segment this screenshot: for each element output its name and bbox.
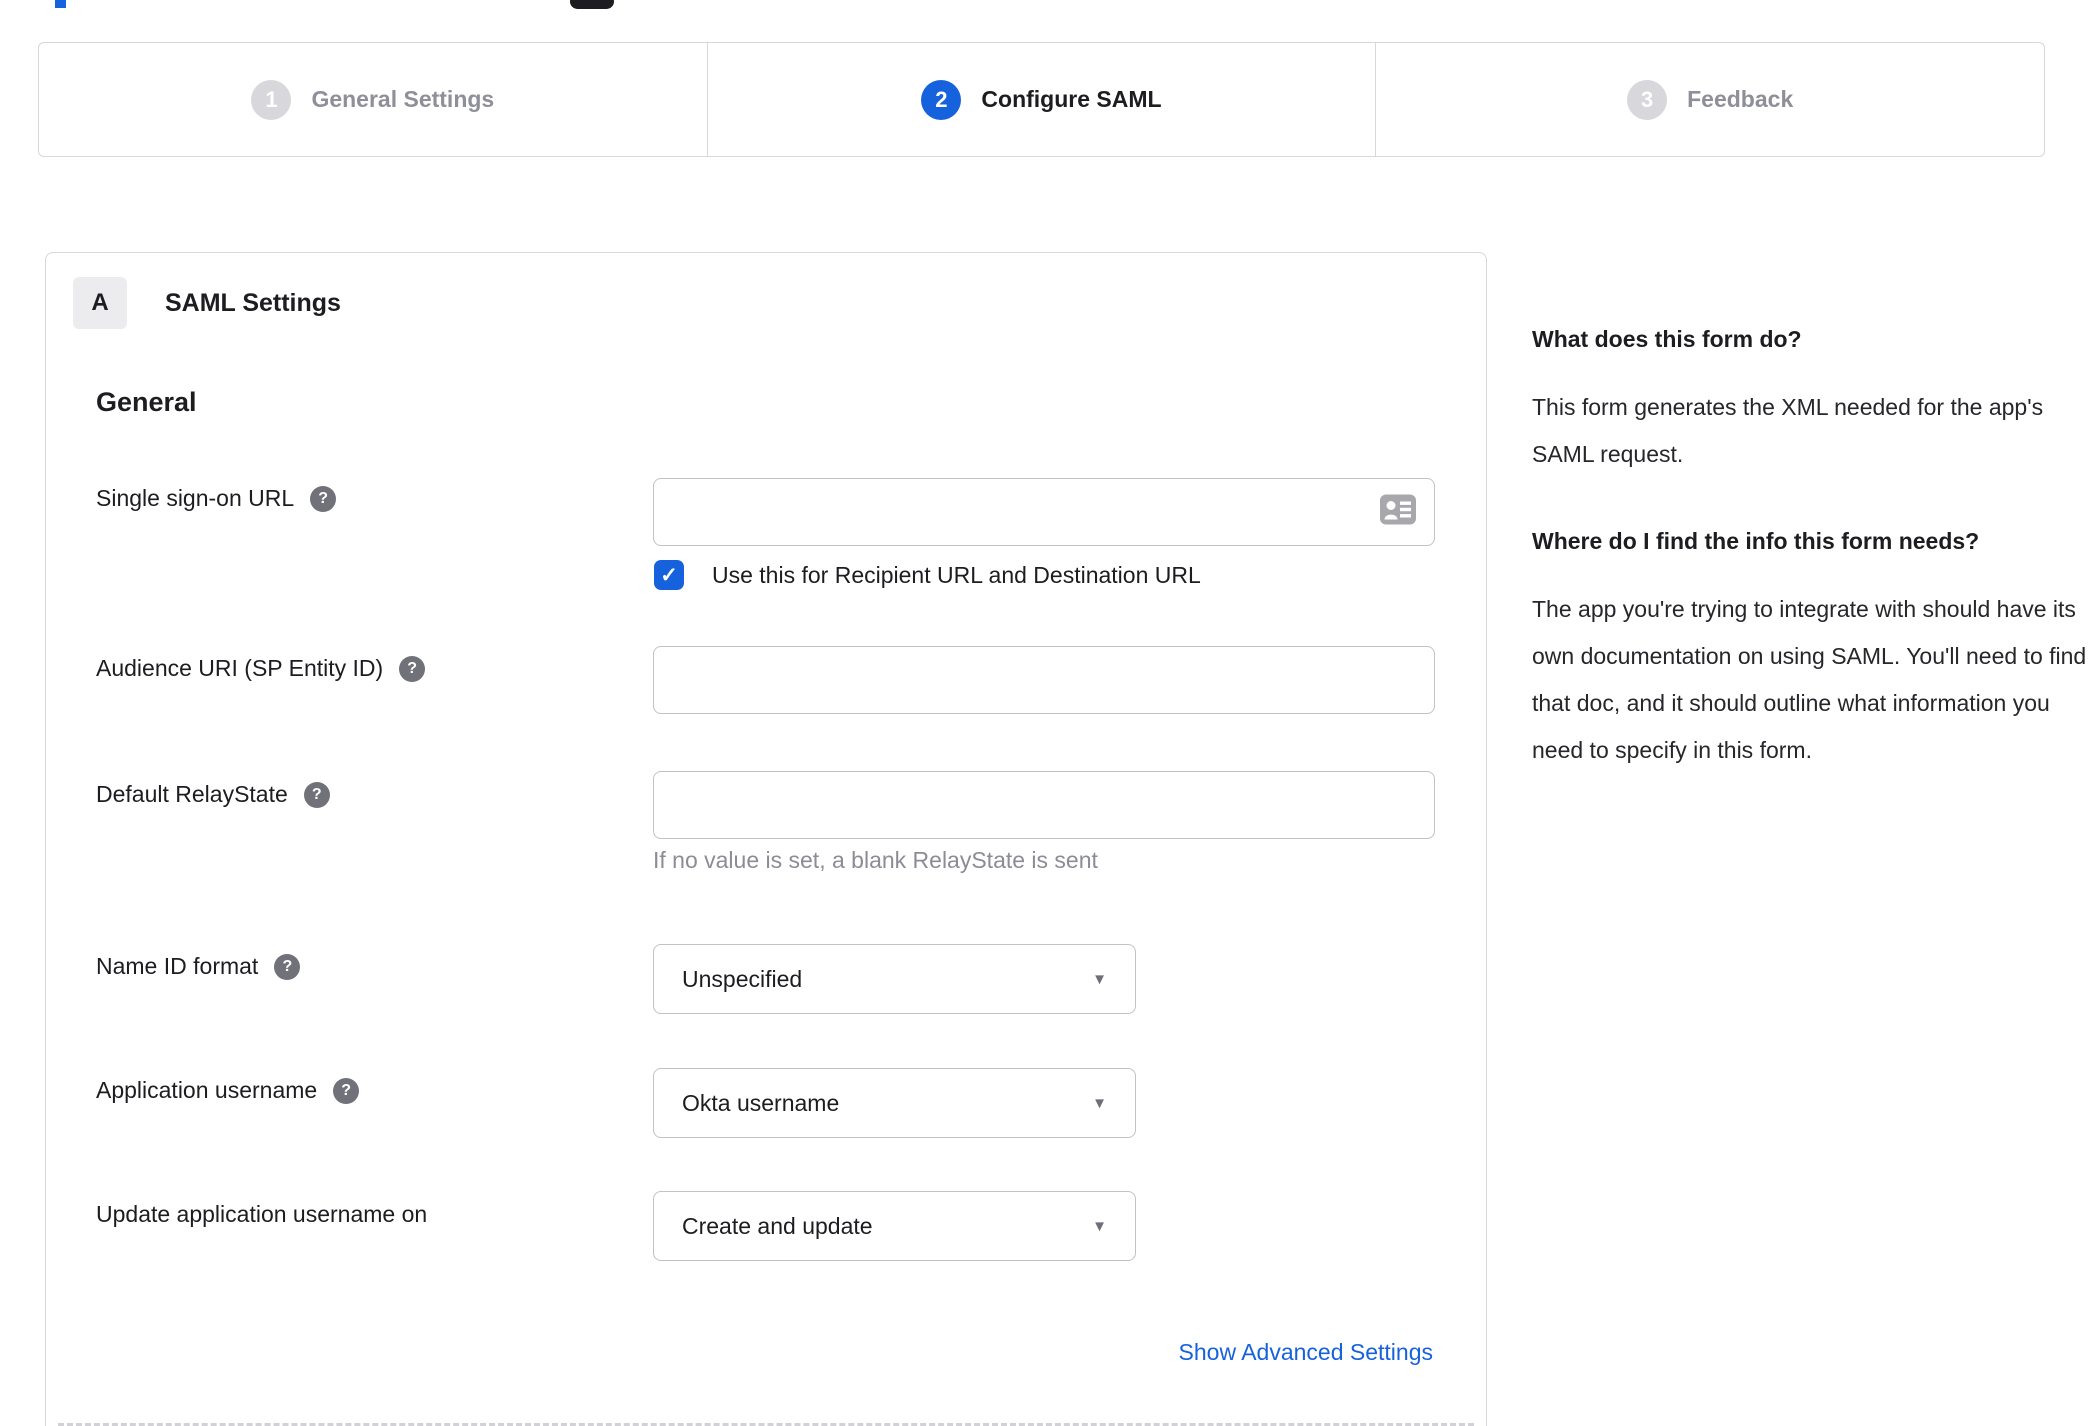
panel-title: SAML Settings [165,288,341,317]
update-app-username-select[interactable]: Create and update ▼ [653,1191,1136,1261]
app-username-label-row: Application username ? [96,1077,360,1104]
panel-header: A SAML Settings [73,277,341,329]
step-configure-saml[interactable]: 2 Configure SAML [706,43,1376,156]
sso-url-label: Single sign-on URL [96,485,295,511]
saml-settings-panel: A SAML Settings General Single sign-on U… [45,252,1487,1426]
relay-state-input[interactable] [653,771,1435,839]
relay-state-label: Default RelayState [96,781,288,807]
clipped-blue-fragment [55,0,66,8]
sso-url-label-row: Single sign-on URL ? [96,485,337,512]
audience-uri-label-row: Audience URI (SP Entity ID) ? [96,655,426,682]
section-a-badge: A [73,277,127,329]
app-username-label: Application username [96,1077,318,1103]
step-label: Configure SAML [981,86,1162,112]
sidebar-paragraph: This form generates the XML needed for t… [1532,394,2044,467]
recipient-url-checkbox-row: ✓ Use this for Recipient URL and Destina… [654,560,1201,590]
sidebar-heading: What does this form do? [1532,326,1802,352]
sso-url-input-wrap [653,478,1435,546]
name-id-format-label-row: Name ID format ? [96,953,301,980]
audience-uri-label: Audience URI (SP Entity ID) [96,655,384,681]
sidebar-heading: Where do I find the info this form needs… [1532,528,1980,554]
audience-uri-input[interactable] [653,646,1435,714]
relay-state-hint: If no value is set, a blank RelayState i… [653,847,1098,873]
recipient-url-checkbox[interactable]: ✓ [654,560,684,590]
chevron-down-icon: ▼ [1092,1094,1107,1112]
relay-state-label-row: Default RelayState ? [96,781,330,808]
step-label: General Settings [311,86,495,112]
general-group-heading: General [96,387,197,417]
wizard-stepper: 1 General Settings 2 Configure SAML 3 Fe… [38,42,2045,157]
audience-uri-input-wrap [653,646,1435,714]
step-feedback[interactable]: 3 Feedback [1375,43,2044,156]
sso-url-input[interactable] [653,478,1435,546]
step-label: Feedback [1687,86,1794,112]
contact-card-icon[interactable] [1379,494,1417,531]
chevron-down-icon: ▼ [1092,1217,1107,1235]
update-app-username-label: Update application username on [96,1201,428,1227]
relay-state-input-wrap [653,771,1435,839]
update-app-username-label-row: Update application username on [96,1201,427,1228]
name-id-format-select[interactable]: Unspecified ▼ [653,944,1136,1014]
help-icon[interactable]: ? [303,781,330,808]
clipped-logo-fragment [570,0,614,9]
update-app-username-value: Create and update [682,1212,873,1239]
help-sidebar: What does this form do? This form genera… [1532,316,2092,814]
step-number-badge: 3 [1627,79,1668,120]
help-icon[interactable]: ? [333,1077,360,1104]
app-username-value: Okta username [682,1089,840,1116]
help-icon[interactable]: ? [274,953,301,980]
sidebar-paragraph: The app you're trying to integrate with … [1532,596,2087,763]
chevron-down-icon: ▼ [1092,970,1107,988]
name-id-format-value: Unspecified [682,965,803,992]
help-icon[interactable]: ? [310,485,337,512]
step-number-badge: 2 [921,79,962,120]
help-icon[interactable]: ? [399,655,426,682]
show-advanced-settings-link[interactable]: Show Advanced Settings [1179,1339,1433,1366]
step-general-settings[interactable]: 1 General Settings [39,43,707,156]
app-username-select[interactable]: Okta username ▼ [653,1068,1136,1138]
screen: 1 General Settings 2 Configure SAML 3 Fe… [0,0,2092,1426]
step-number-badge: 1 [251,79,292,120]
name-id-format-label: Name ID format [96,953,259,979]
recipient-url-checkbox-label[interactable]: Use this for Recipient URL and Destinati… [712,562,1201,589]
